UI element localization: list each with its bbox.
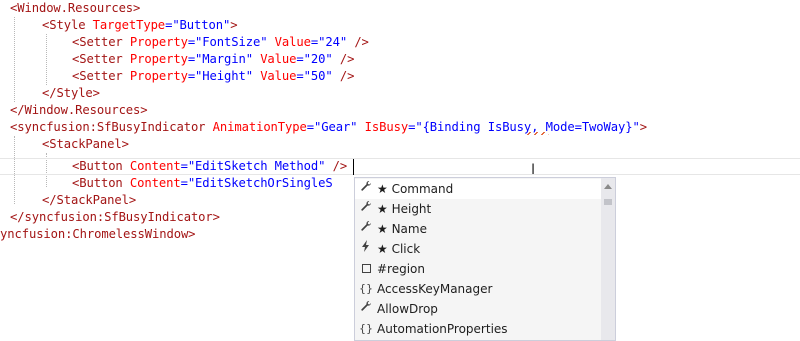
completion-item-label: ★ Name <box>377 222 427 236</box>
code-line-3[interactable]: <Setter Property="FontSize" Value="24" /… <box>72 34 369 51</box>
text-caret <box>353 159 354 175</box>
xml-attribute: Content <box>129 176 181 190</box>
completion-item-label: ★ Click <box>377 242 421 256</box>
completion-item-label: ★ Command <box>377 182 454 196</box>
xml-tag: <Button <box>72 159 130 173</box>
xml-tag: yncfusion:ChromelessWindow> <box>0 227 196 241</box>
completion-item-height[interactable]: ★ Height <box>355 199 601 219</box>
xml-attribute: Content <box>129 159 181 173</box>
completion-item-allowdrop[interactable]: AllowDrop <box>355 299 601 319</box>
error-squiggle <box>527 132 549 135</box>
scroll-up-arrow-icon[interactable] <box>604 184 612 189</box>
xml-tag: </syncfusion:SfBusyIndicator> <box>10 210 220 224</box>
xml-tag: /> <box>347 35 369 49</box>
xml-tag: <Style <box>42 18 93 32</box>
xml-tag: /> <box>332 52 355 66</box>
completion-item-region[interactable]: #region <box>355 259 601 279</box>
completion-item-name[interactable]: ★ Name <box>355 219 601 239</box>
braces-icon: {} <box>359 282 373 295</box>
braces-icon: {} <box>359 322 373 335</box>
code-line-8[interactable]: <syncfusion:SfBusyIndicator AnimationTyp… <box>10 119 647 136</box>
xml-tag: </Window.Resources> <box>10 103 148 117</box>
xml-value: ="EditSketchOrSingleS <box>180 176 333 190</box>
completion-item-click[interactable]: ★ Click <box>355 239 601 259</box>
wrench-icon <box>359 299 373 319</box>
xml-tag: /> <box>332 69 355 83</box>
xml-attribute: AnimationType <box>212 120 307 134</box>
completion-item-label: #region <box>377 262 426 276</box>
xml-tag: </StackPanel> <box>42 193 137 207</box>
xml-tag: <Window.Resources> <box>10 1 141 15</box>
xml-attribute: IsBusy <box>357 120 409 134</box>
code-line-9[interactable]: <StackPanel> <box>42 136 129 153</box>
xml-value: ="FontSize" <box>187 35 268 49</box>
xml-tag: <StackPanel> <box>42 137 129 151</box>
completion-item-accesskeymanager[interactable]: {} AccessKeyManager <box>355 279 601 299</box>
code-line-4[interactable]: <Setter Property="Margin" Value="20" /> <box>72 51 354 68</box>
indent-guide <box>46 34 47 85</box>
xml-value: ="50" <box>296 69 333 83</box>
xml-attribute: Property <box>129 35 188 49</box>
xml-value: ="20" <box>296 52 333 66</box>
xml-tag: <Setter <box>72 52 130 66</box>
wrench-icon <box>359 199 373 219</box>
xml-attribute: Property <box>129 69 188 83</box>
indent-guide <box>14 17 15 102</box>
code-line-1[interactable]: <Window.Resources> <box>10 0 140 17</box>
completion-item-automationproperties[interactable]: {} AutomationProperties <box>355 319 601 339</box>
code-line-13[interactable]: </syncfusion:SfBusyIndicator> <box>10 209 220 226</box>
xml-value-squiggled: IsBusy <box>487 120 532 134</box>
xml-attribute: Value <box>252 52 297 66</box>
ibeam-cursor-icon: Ι <box>531 162 536 178</box>
xml-value: ="Gear" <box>306 120 358 134</box>
xml-tag: > <box>639 120 647 134</box>
xml-attribute: TargetType <box>92 18 166 32</box>
xml-value: ="Margin" <box>187 52 253 66</box>
completion-item-command[interactable]: ★ Command <box>355 179 601 199</box>
code-line-12[interactable]: </StackPanel> <box>42 192 136 209</box>
xml-value: "Button" <box>172 18 231 32</box>
xml-value: ="Height" <box>187 69 253 83</box>
region-icon <box>359 259 373 279</box>
xml-value: ="{Binding <box>408 120 488 134</box>
completion-item-label: ★ Height <box>377 202 432 216</box>
xml-tag: <syncfusion:SfBusyIndicator <box>10 120 213 134</box>
xml-value: ="EditSketch Method" <box>180 159 326 173</box>
code-line-2[interactable]: <Style TargetType="Button"> <box>42 17 238 34</box>
xml-attribute: Value <box>252 69 297 83</box>
xml-tag: </Style> <box>42 86 100 100</box>
scrollbar-thumb[interactable] <box>604 199 612 205</box>
code-line-7[interactable]: </Window.Resources> <box>10 102 148 119</box>
wrench-icon <box>359 179 373 199</box>
code-line-6[interactable]: </Style> <box>42 85 100 102</box>
xml-value: ="24" <box>310 35 348 49</box>
completion-item-label: AllowDrop <box>377 302 438 316</box>
lightning-icon <box>359 239 373 259</box>
xml-tag: > <box>230 18 238 32</box>
code-line-11[interactable]: <Button Content="EditSketchOrSingleS <box>72 175 333 192</box>
xml-tag: <Button <box>72 176 130 190</box>
xml-tag: /> <box>325 159 348 173</box>
completion-item-label: AutomationProperties <box>377 322 508 336</box>
xml-attribute: Property <box>129 52 188 66</box>
xml-attribute: Value <box>267 35 311 49</box>
xml-tag: <Setter <box>72 35 130 49</box>
intellisense-popup[interactable]: ★ Command ★ Height ★ Name ★ Click #regio… <box>354 177 616 341</box>
code-line-14[interactable]: yncfusion:ChromelessWindow> <box>0 226 196 243</box>
wrench-icon <box>359 219 373 239</box>
xml-tag: <Setter <box>72 69 130 83</box>
code-line-5[interactable]: <Setter Property="Height" Value="50" /> <box>72 68 354 85</box>
code-line-10[interactable]: <Button Content="EditSketch Method" /> <box>72 158 347 175</box>
popup-scrollbar[interactable] <box>601 178 615 340</box>
completion-item-label: AccessKeyManager <box>377 282 493 296</box>
